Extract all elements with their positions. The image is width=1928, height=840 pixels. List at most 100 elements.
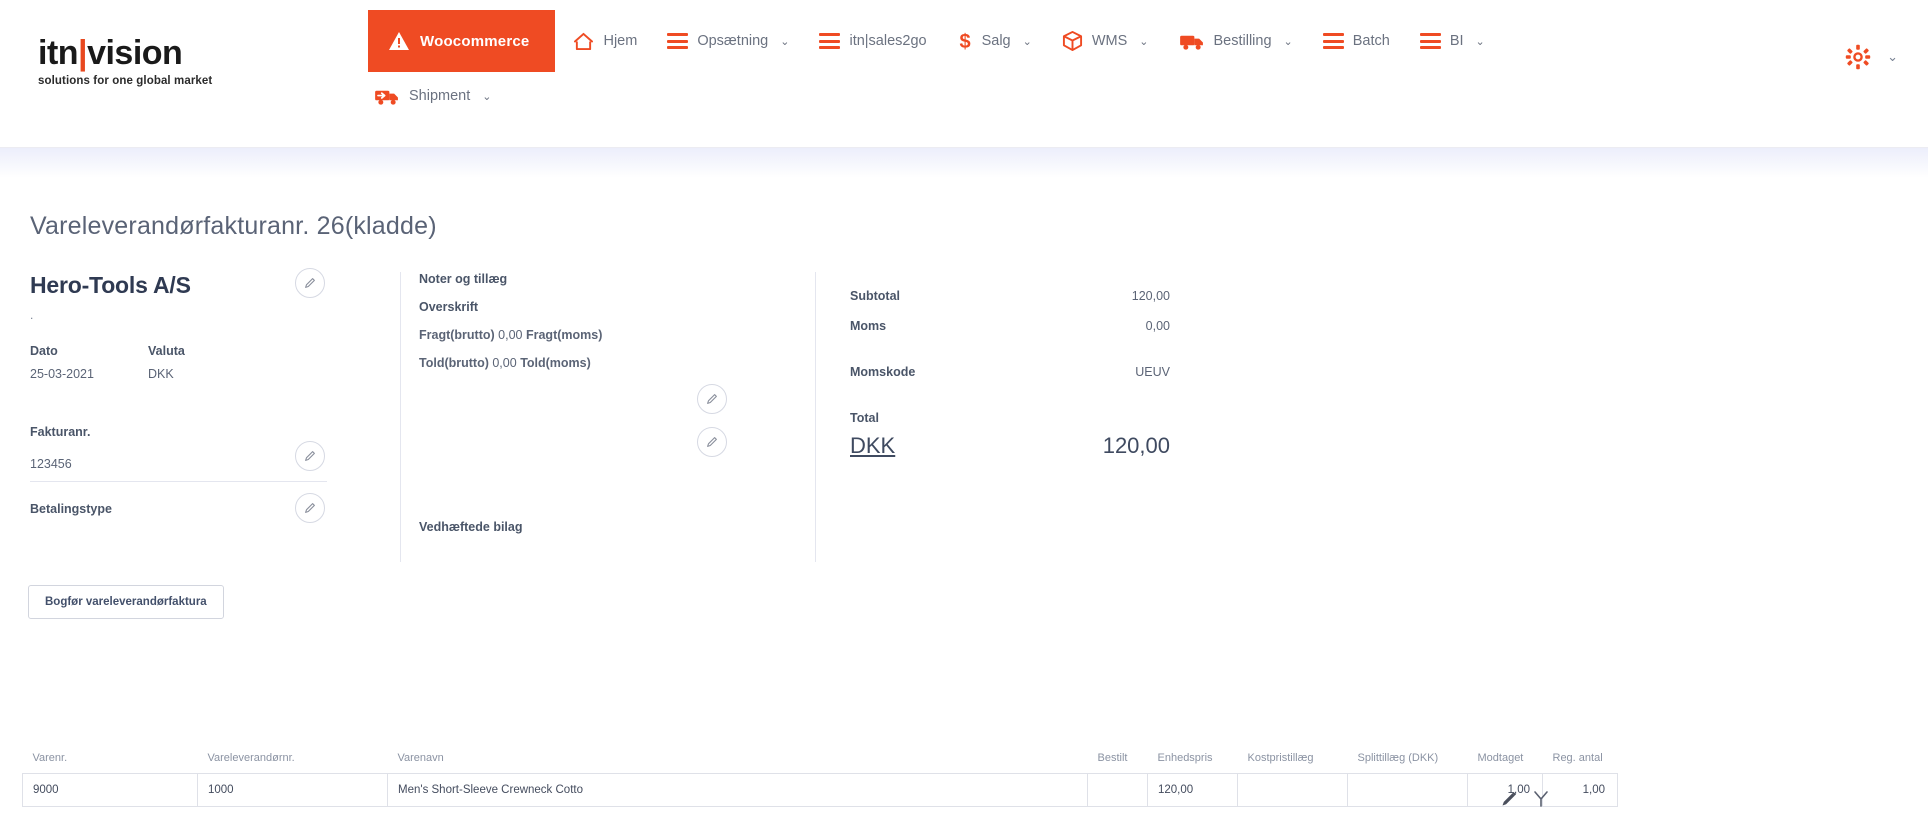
edit-vendor-button[interactable] [295,268,325,298]
hamburger-icon [667,33,689,49]
total-currency-link[interactable]: DKK [850,433,1020,459]
truck-icon [1179,32,1205,51]
nav-item-salg[interactable]: $ Salg ⌄ [939,18,1044,64]
vat-code-value: UEUV [1135,365,1170,379]
col-item-name: Varenavn [397,752,444,764]
gear-icon[interactable] [1845,44,1871,70]
post-invoice-button[interactable]: Bogfør vareleverandørfaktura [28,585,224,619]
freight-row: Fragt(brutto) 0,00 Fragt(moms) [419,328,815,342]
chevron-down-icon: ⌄ [780,35,790,48]
nav-item-batch[interactable]: Batch [1305,18,1402,64]
cell-vendor-item-no: 1000 [197,773,388,807]
nav-item-bi-label: BI [1449,33,1464,49]
settings-chevron-down-icon[interactable]: ⌄ [1887,49,1898,65]
date-label: Dato [30,344,58,358]
table-header-row: Varenr. Vareleverandørnr. Varenavn Besti… [23,752,1618,774]
total-amount: 120,00 [1102,433,1170,458]
edit-notes-button[interactable] [697,384,727,414]
pencil-icon [305,451,315,461]
notes-card: Noter og tillæg Overskrift Fragt(brutto)… [400,272,815,562]
logo-wordmark: itn|vision [38,36,248,70]
nav-item-itnsales2go[interactable]: itn|sales2go [801,18,938,64]
vat-value: 0,00 [1145,319,1170,333]
total-row: DKK 120,00 [850,433,1285,459]
invoice-number-label: Fakturanr. [30,425,91,439]
logo-text-a: itn [38,34,79,72]
pencil-icon [305,503,315,513]
hamburger-icon [1419,33,1441,49]
vat-code-row: Momskode UEUV [850,365,1285,379]
edit-payment-type-button[interactable] [295,493,325,523]
main-navigation: Woocommerce Hjem Opsætning ⌄ itn|sales2g… [368,10,1768,120]
settings-area: ⌄ [1845,44,1898,70]
col-cost-surcharge: Kostpristillæg [1247,752,1314,764]
table-row[interactable]: 9000 1000 Men's Short-Sleeve Crewneck Co… [22,773,1618,807]
split-icon[interactable] [1532,790,1550,813]
col-split-surcharge: Splittillæg (DKK) [1357,752,1439,764]
subtotal-value: 120,00 [1131,289,1170,303]
nav-item-wms[interactable]: WMS ⌄ [1044,18,1161,64]
nav-brand-woocommerce[interactable]: Woocommerce [368,10,556,72]
svg-text:$: $ [959,31,970,52]
pencil-icon [707,437,717,447]
col-received: Modtaget [1477,752,1524,764]
nav-item-shipment[interactable]: Shipment ⌄ [368,73,503,119]
nav-item-bi[interactable]: BI ⌄ [1402,18,1497,64]
cell-cost-surcharge [1237,773,1348,807]
date-field: Dato 25-03-2021 [30,344,148,381]
invoice-lines: Varenr. Vareleverandørnr. Varenavn Besti… [22,752,1912,807]
vendor-subtitle: . [30,308,34,322]
cell-item-no: 9000 [22,773,198,807]
total-label: Total [850,411,879,425]
invoice-summary: Hero-Tools A/S . Dato 25-03-2021 Valuta … [30,268,1310,562]
cell-item-name: Men's Short-Sleeve Crewneck Cotto [387,773,1088,807]
pencil-icon[interactable] [1500,790,1518,813]
subtotal-label: Subtotal [850,289,900,303]
app-header: itn|vision solutions for one global mark… [0,0,1928,148]
chevron-down-icon: ⌄ [482,90,492,103]
payment-type-label: Betalingstype [30,502,112,516]
edit-attachments-button[interactable] [697,427,727,457]
box-icon [1062,30,1083,52]
freight-vat-label: Fragt(moms) [525,328,603,342]
nav-item-bestilling-label: Bestilling [1213,33,1272,49]
nav-brand-label: Woocommerce [420,32,530,50]
nav-item-salg-label: Salg [981,33,1011,49]
invoice-number-field: Fakturanr. 123456 [30,425,380,482]
page-title: Vareleverandørfakturanr. 26(kladde) [30,212,437,240]
attachments-label: Vedhæftede bilag [419,520,523,534]
warning-triangle-icon [388,31,410,51]
edit-invoice-number-button[interactable] [295,441,325,471]
divider [30,481,327,482]
nav-item-batch-label: Batch [1352,33,1390,49]
nav-item-opsaetning[interactable]: Opsætning ⌄ [649,18,801,64]
logo[interactable]: itn|vision solutions for one global mark… [38,36,248,87]
col-vendor-item-no: Vareleverandørnr. [207,752,295,764]
dollar-icon: $ [957,30,973,52]
nav-item-wms-label: WMS [1091,33,1128,49]
logo-tagline: solutions for one global market [38,75,213,87]
hamburger-icon [819,33,841,49]
logo-divider-bar: | [78,34,88,72]
nav-item-hjem[interactable]: Hjem [555,18,649,64]
col-unit-price: Enhedspris [1157,752,1213,764]
pencil-icon [707,394,717,404]
vat-label: Moms [850,319,887,333]
vat-code-label: Momskode [850,365,916,379]
customs-gross-label: Told(brutto) [419,356,489,370]
lines-table: Varenr. Vareleverandørnr. Varenavn Besti… [22,752,1618,807]
nav-item-bestilling[interactable]: Bestilling ⌄ [1161,18,1305,64]
nav-row-primary: Woocommerce Hjem Opsætning ⌄ itn|sales2g… [368,10,1768,72]
notes-heading: Overskrift [419,300,479,314]
nav-item-opsaetning-label: Opsætning [697,33,769,49]
currency-label: Valuta [148,344,185,358]
freight-gross-value: 0,00 [498,328,523,342]
customs-row: Told(brutto) 0,00 Told(moms) [419,356,815,370]
row-action-buttons [1500,790,1550,813]
nav-item-hjem-label: Hjem [603,33,638,49]
totals-card: Subtotal 120,00 Moms 0,00 Momskode UEUV … [815,272,1285,562]
chevron-down-icon: ⌄ [1022,35,1032,48]
nav-item-itnsales2go-label: itn|sales2go [849,33,927,49]
vendor-meta-row: Dato 25-03-2021 Valuta DKK [30,344,380,381]
chevron-down-icon: ⌄ [1283,35,1293,48]
